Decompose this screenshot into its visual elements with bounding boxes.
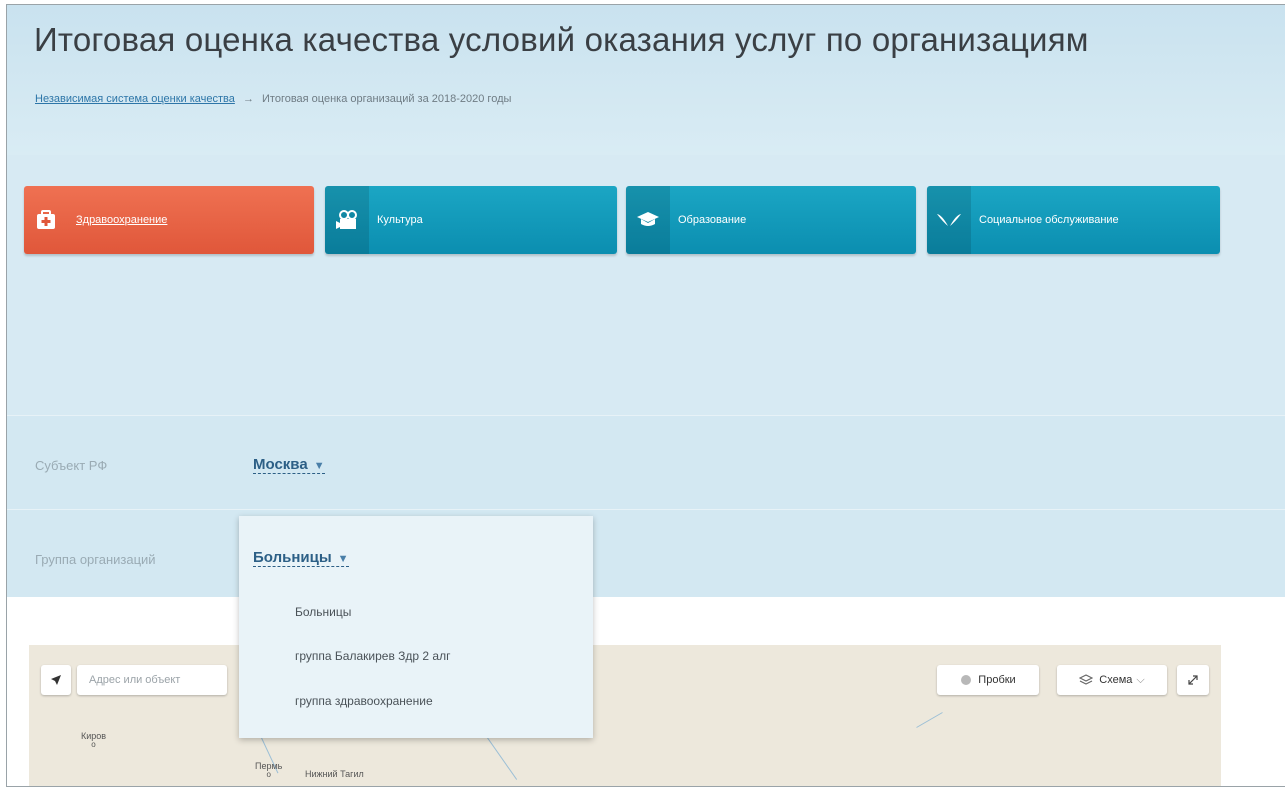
page-title: Итоговая оценка качества условий оказани…: [34, 21, 1089, 58]
category-label-culture: Культура: [377, 214, 423, 226]
group-label: Группа организаций: [35, 552, 156, 567]
group-select[interactable]: Больницы ▼: [253, 549, 349, 567]
category-label-education: Образование: [678, 214, 747, 226]
first-aid-kit-icon: [24, 186, 68, 254]
graduation-cap-icon: [626, 186, 670, 254]
breadcrumb: Независимая система оценки качества → Ит…: [35, 93, 511, 105]
subject-value: Москва: [253, 456, 308, 473]
breadcrumb-link-nok[interactable]: Независимая система оценки качества: [35, 93, 235, 105]
location-arrow-icon: [51, 675, 61, 685]
category-panel: Здравоохранение Культура Образование Соц…: [7, 155, 1285, 415]
traffic-label: Пробки: [978, 674, 1016, 686]
category-label-social: Социальное обслуживание: [979, 214, 1119, 226]
filter-row-group: Группа организаций: [7, 509, 1285, 597]
dropdown-option[interactable]: Больницы: [295, 605, 351, 619]
traffic-button[interactable]: Пробки: [937, 665, 1039, 695]
breadcrumb-current: Итоговая оценка организаций за 2018-2020…: [262, 93, 512, 105]
category-button-health[interactable]: Здравоохранение: [24, 186, 314, 254]
dropdown-option[interactable]: группа Балакирев Здр 2 алг: [295, 649, 450, 663]
map-city-label: Киров o: [81, 731, 107, 749]
hands-icon: [927, 186, 971, 254]
film-camera-icon: [325, 186, 369, 254]
dropdown-arrow-icon: ▼: [337, 553, 349, 565]
traffic-light-icon: [961, 675, 972, 685]
group-value: Больницы: [253, 549, 332, 566]
category-button-education[interactable]: Образование: [626, 186, 916, 254]
category-label-health: Здравоохранение: [76, 214, 168, 226]
category-button-social[interactable]: Социальное обслуживание: [927, 186, 1220, 254]
page-frame: Итоговая оценка качества условий оказани…: [6, 4, 1285, 787]
map-city-label: Пермь o: [255, 761, 283, 779]
group-dropdown: Больницы ▼ Больницы группа Балакирев Здр …: [239, 516, 593, 738]
locate-button[interactable]: [41, 665, 71, 695]
map-search-input[interactable]: Адрес или объект: [77, 665, 227, 695]
subject-select[interactable]: Москва ▼: [253, 456, 325, 474]
dropdown-option[interactable]: группа здравоохранение: [295, 694, 433, 708]
breadcrumb-separator: →: [242, 93, 254, 105]
map-city-label: Нижний Тагил: [305, 769, 364, 779]
chevron-down-icon: ⌵: [1136, 673, 1145, 686]
fullscreen-button[interactable]: [1177, 665, 1209, 695]
subject-label: Субъект РФ: [35, 458, 108, 473]
layers-icon: [1079, 674, 1094, 685]
category-button-culture[interactable]: Культура: [325, 186, 617, 254]
expand-icon: [1188, 675, 1198, 685]
dropdown-arrow-icon: ▼: [313, 460, 325, 472]
map[interactable]: Адрес или объект Пробки Схема ⌵ Кировo: [29, 645, 1221, 786]
filter-row-subject: Субъект РФ Москва ▼: [7, 415, 1285, 509]
page-header: Итоговая оценка качества условий оказани…: [7, 5, 1285, 155]
layers-label: Схема: [1099, 674, 1133, 686]
map-river: [916, 712, 943, 728]
layers-button[interactable]: Схема ⌵: [1057, 665, 1167, 695]
